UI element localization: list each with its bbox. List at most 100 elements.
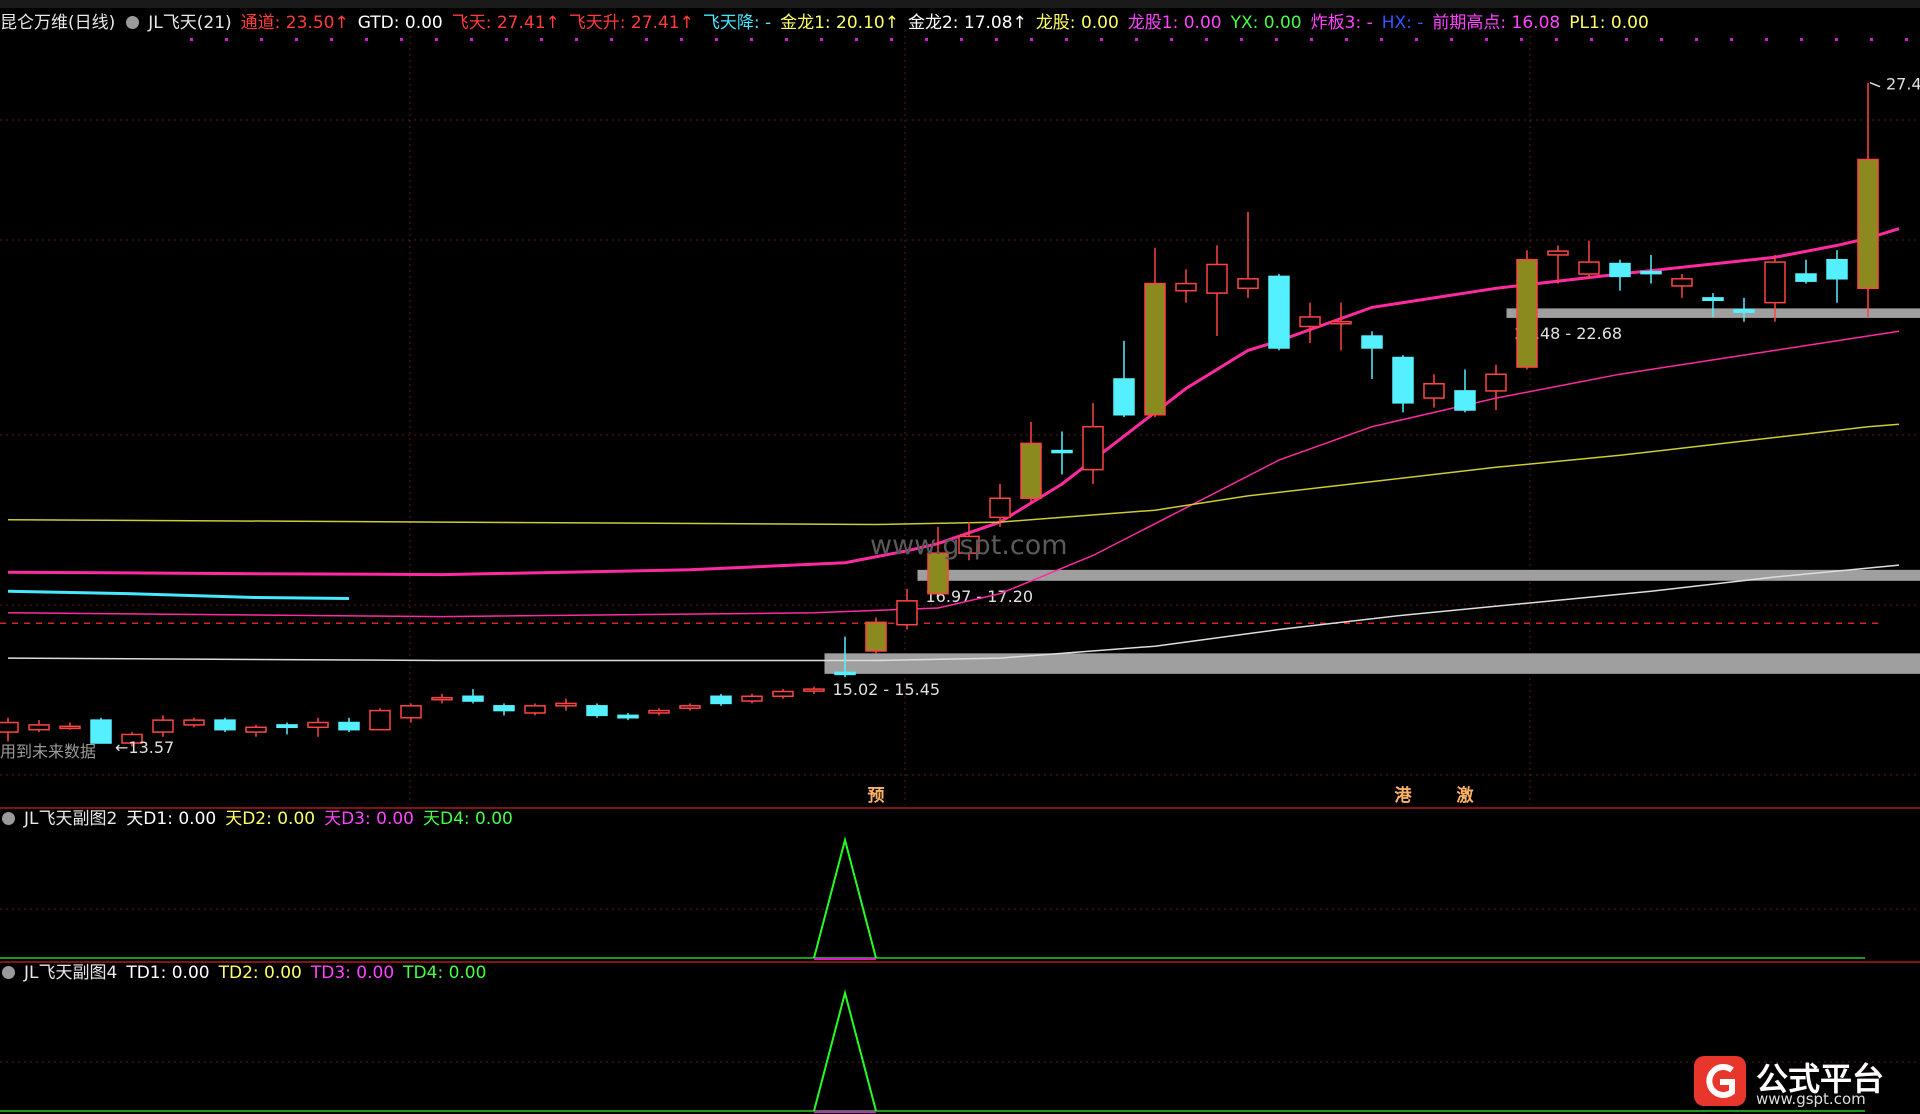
sub-chart-1-header: JL飞天副图2 天D1: 0.00 天D2: 0.00 天D3: 0.00 天D4: 0… xyxy=(0,806,531,832)
sub1-indicator-name[interactable]: JL飞天副图2 xyxy=(24,809,117,829)
candle-body xyxy=(1702,297,1724,302)
candle-body xyxy=(989,497,1011,519)
watermark: www.gspt.com xyxy=(870,530,1068,561)
marker-dot xyxy=(225,38,228,41)
marker-dot xyxy=(1205,38,1208,41)
marker-dot xyxy=(365,38,368,41)
marker-dot xyxy=(855,38,858,41)
marker-dot xyxy=(1135,38,1138,41)
sub2-value-1: TD2: 0.00 xyxy=(218,963,302,983)
marker-dot xyxy=(995,38,998,41)
marker-dot xyxy=(680,38,683,41)
sub2-indicator-name[interactable]: JL飞天副图4 xyxy=(24,963,117,983)
candle-body xyxy=(493,705,515,712)
sub2-value-3: TD4: 0.00 xyxy=(403,963,487,983)
candle-body xyxy=(1454,390,1476,411)
marker-dot xyxy=(400,38,403,41)
sub1-values: 天D1: 0.00 天D2: 0.00 天D3: 0.00 天D4: 0.00 xyxy=(126,809,522,829)
stock-title: 昆仑万维(日线) xyxy=(0,13,116,33)
indicator-toggle-icon[interactable] xyxy=(2,812,15,825)
main-chart-header: 昆仑万维(日线) JL飞天(21) 通道: 23.50↑ GTD: 0.00 飞天: 2… xyxy=(0,10,1667,36)
candle-body xyxy=(834,671,856,676)
indicator-toggle-icon[interactable] xyxy=(126,16,140,29)
high-pointer-icon xyxy=(1869,81,1881,88)
signal-label: 预 xyxy=(868,786,885,806)
sub1-value-2: 天D3: 0.00 xyxy=(324,809,414,829)
candle-body xyxy=(1640,270,1662,275)
marker-dot xyxy=(1835,38,1838,41)
marker-dot xyxy=(1730,38,1733,41)
marker-dot xyxy=(610,38,613,41)
candle-body xyxy=(896,600,918,626)
candle-body xyxy=(865,621,887,652)
marker-dot xyxy=(1485,38,1488,41)
marker-dot xyxy=(1520,38,1523,41)
indicator-toggle-icon[interactable] xyxy=(2,966,15,979)
marker-dot xyxy=(1905,38,1908,41)
main-value-11: HX: - xyxy=(1381,13,1424,33)
candle-body xyxy=(307,721,329,729)
marker-dot xyxy=(1380,38,1383,41)
candle-body xyxy=(1361,335,1383,349)
candle-body xyxy=(1113,378,1135,416)
signal-label: 港 xyxy=(1395,785,1413,806)
sub2-value-2: TD3: 0.00 xyxy=(310,963,395,983)
indicator-name[interactable]: JL飞天(21) xyxy=(148,13,231,33)
candle-body xyxy=(338,721,360,731)
marker-dot xyxy=(575,38,578,41)
candle-body xyxy=(1671,278,1693,287)
candle-body xyxy=(648,709,670,714)
marker-dot xyxy=(1240,38,1243,41)
candle-body xyxy=(214,719,236,731)
candle-body xyxy=(1578,261,1600,275)
support-zone xyxy=(917,569,1920,581)
marker-dot xyxy=(1765,38,1768,41)
candle-body xyxy=(524,705,546,714)
sub-chart-2-header: JL飞天副图4 TD1: 0.00 TD2: 0.00 TD3: 0.00 TD4: 0… xyxy=(0,960,504,986)
sub1-value-0: 天D1: 0.00 xyxy=(126,809,217,829)
marker-dot xyxy=(925,38,928,41)
main-value-0: 通道: 23.50↑ xyxy=(240,13,349,33)
marker-dot xyxy=(820,38,823,41)
marker-dot xyxy=(1275,38,1278,41)
sub1-value-3: 天D4: 0.00 xyxy=(422,809,513,829)
marker-dot xyxy=(540,38,543,41)
candle-body xyxy=(1733,309,1755,313)
candle-body xyxy=(431,696,453,701)
marker-dot xyxy=(960,38,963,41)
candle-body xyxy=(710,695,732,705)
g-logo-icon xyxy=(1694,1056,1746,1106)
marker-dot xyxy=(750,38,753,41)
marker-dot xyxy=(785,38,788,41)
logo-url: www.gspt.com xyxy=(1756,1090,1866,1108)
marker-dot xyxy=(295,38,298,41)
marker-dot xyxy=(505,38,508,41)
indicator-values: 通道: 23.50↑ GTD: 0.00 飞天: 27.41↑ 飞天升: 27.41↑… xyxy=(241,13,1658,33)
candle-body xyxy=(1020,442,1042,500)
candle-body xyxy=(1609,262,1631,278)
candle-body xyxy=(152,719,174,733)
main-value-2: 飞天: 27.41↑ xyxy=(451,13,560,33)
candle-body xyxy=(1485,373,1507,392)
candle-body xyxy=(1392,356,1414,404)
marker-dot xyxy=(1555,38,1558,41)
candle-body xyxy=(679,705,701,709)
main-value-4: 飞天降: - xyxy=(702,13,772,33)
marker-dot xyxy=(1450,38,1453,41)
marker-dot xyxy=(1870,38,1873,41)
candle-body xyxy=(1857,158,1879,290)
main-value-10: 炸板3: - xyxy=(1310,13,1373,33)
marker-dot xyxy=(1415,38,1418,41)
marker-dot xyxy=(645,38,648,41)
candle-body xyxy=(276,724,298,729)
marker-dot xyxy=(1100,38,1103,41)
candle-body xyxy=(59,725,81,730)
candle-body xyxy=(1051,449,1073,454)
indicator-line xyxy=(7,589,350,600)
marker-dot xyxy=(1345,38,1348,41)
main-value-5: 金龙1: 20.10↑ xyxy=(780,13,899,33)
sub1-value-1: 天D2: 0.00 xyxy=(225,809,316,829)
candle-body xyxy=(1206,263,1228,294)
low-price-label: ←13.57 xyxy=(115,738,174,757)
candle-body xyxy=(1826,258,1848,280)
